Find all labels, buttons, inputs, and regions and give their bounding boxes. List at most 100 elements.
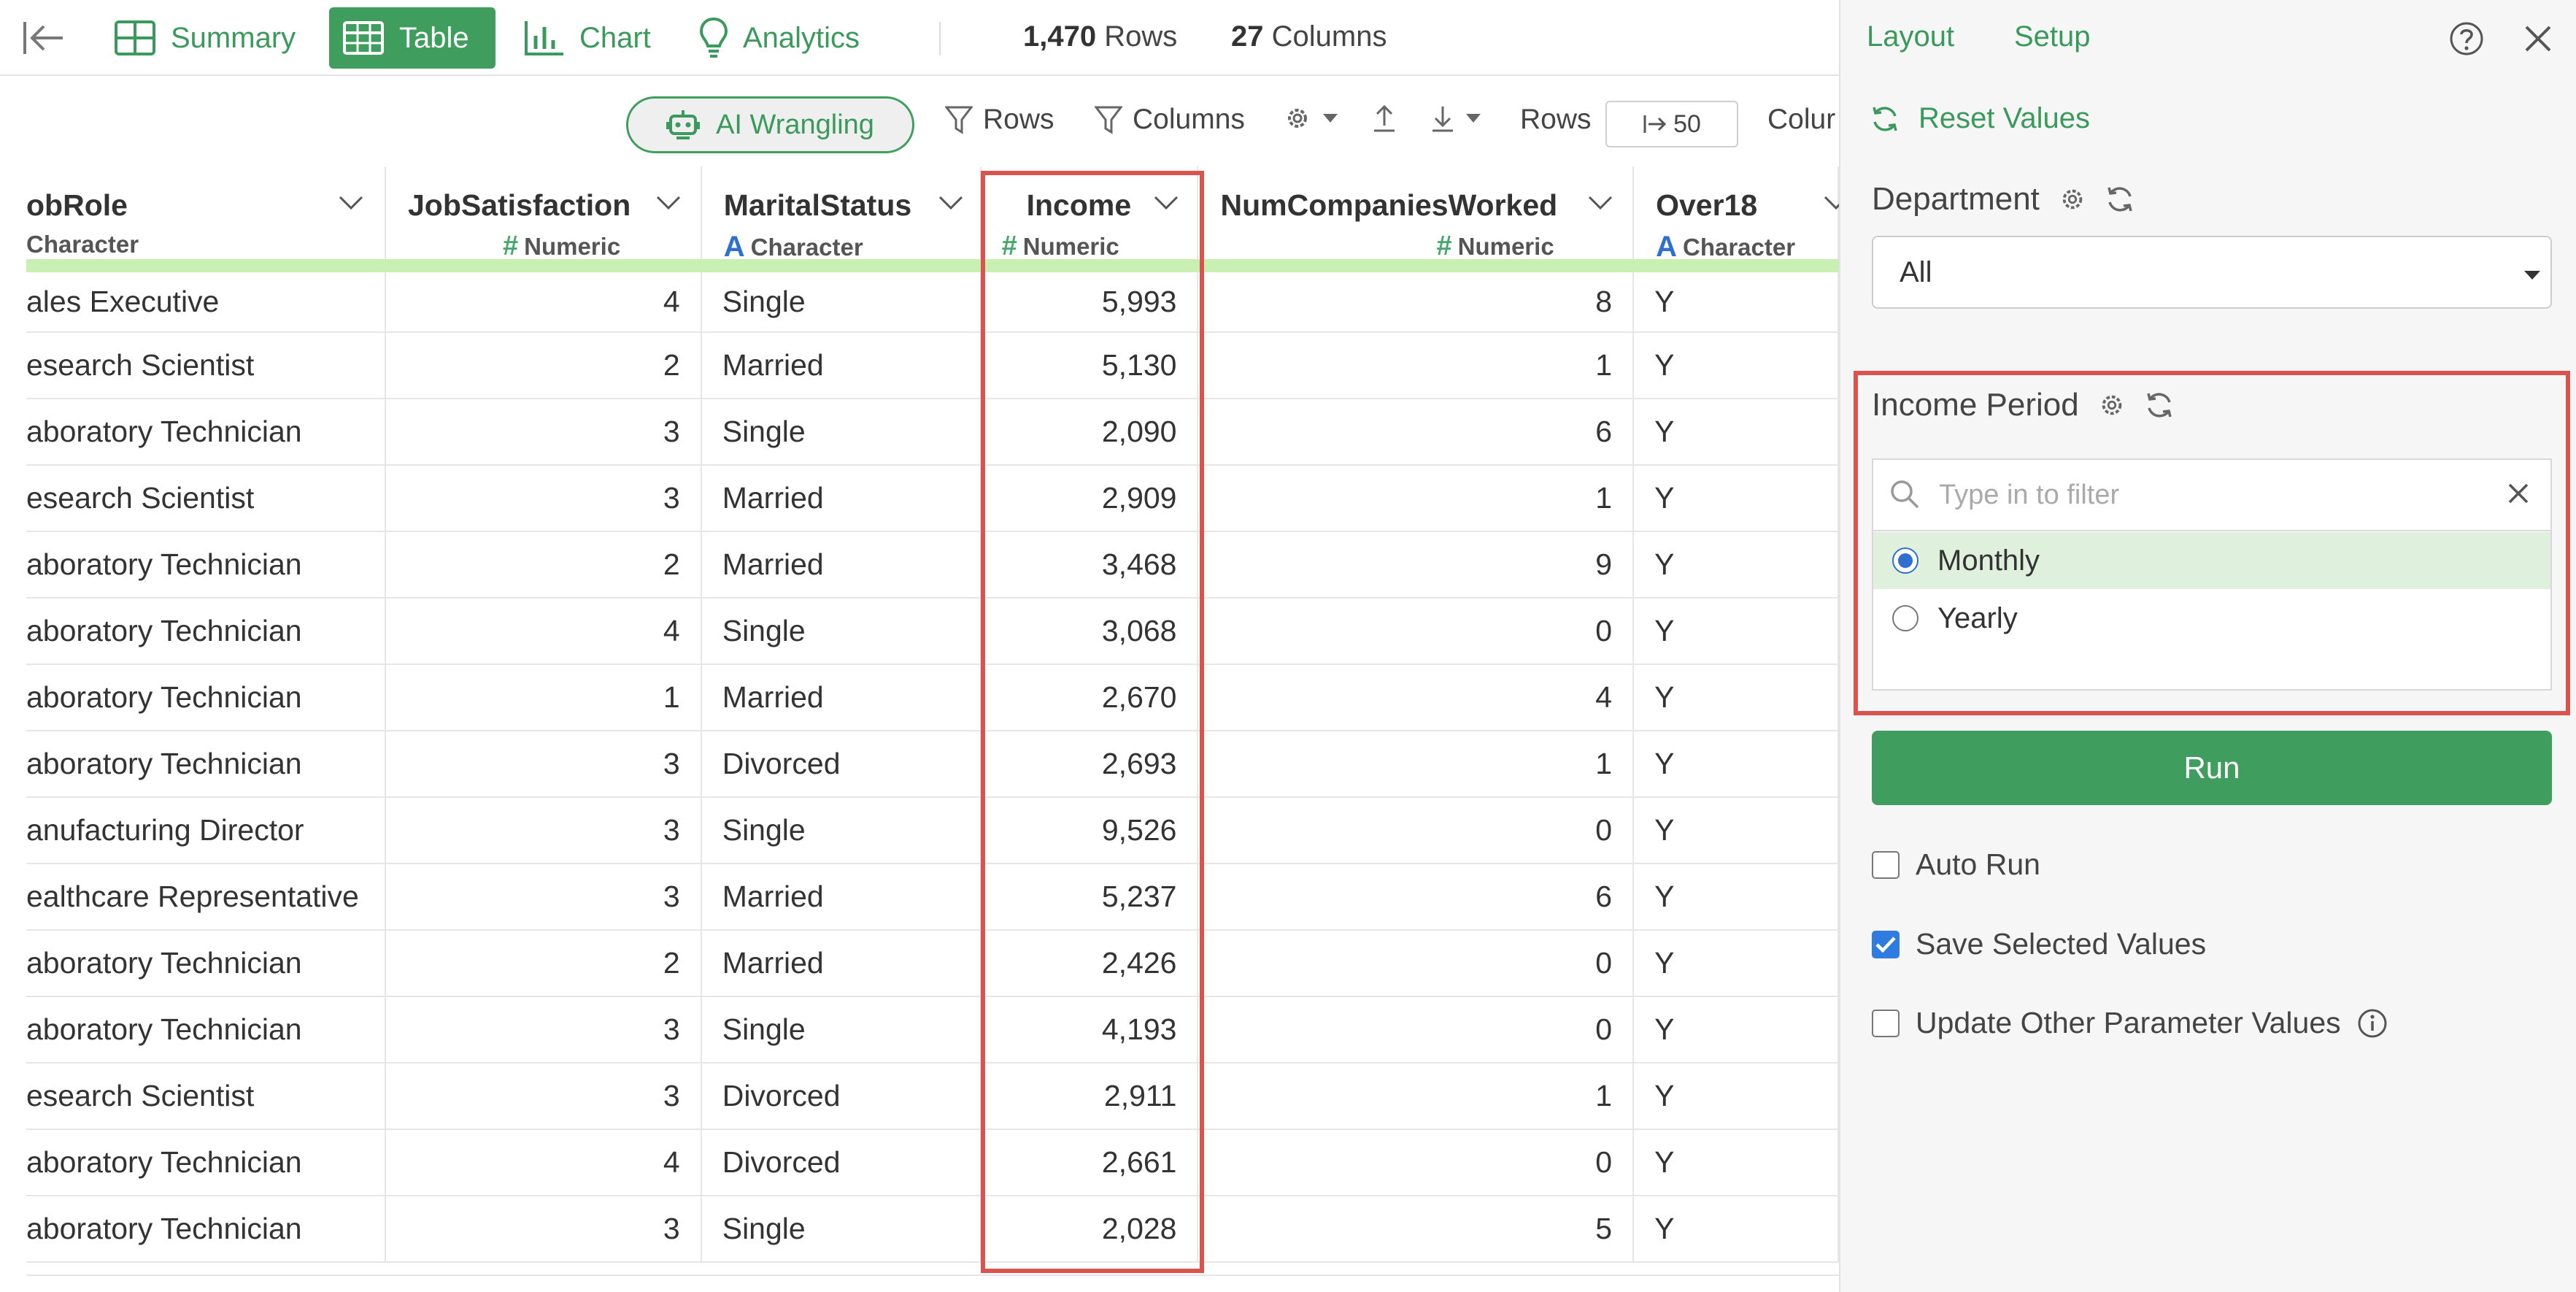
table-cell[interactable]: Single [701, 797, 982, 864]
table-cell[interactable]: Y [1633, 1129, 1839, 1196]
table-cell[interactable]: 3 [385, 864, 702, 931]
save-selected-values-option[interactable]: Save Selected Values [1872, 927, 2206, 961]
table-cell[interactable]: 2 [385, 930, 702, 997]
department-select[interactable]: All [1872, 236, 2552, 309]
table-cell[interactable]: Y [1633, 996, 1839, 1064]
chevron-down-icon[interactable] [1154, 196, 1179, 210]
gear-icon[interactable] [2059, 185, 2086, 213]
table-cell[interactable]: 1 [1198, 332, 1635, 399]
chevron-down-icon[interactable] [1824, 196, 1839, 210]
table-cell[interactable]: 3,468 [980, 531, 1199, 599]
chevron-down-icon[interactable] [656, 196, 681, 210]
table-cell[interactable]: aboratory Technician [26, 399, 386, 466]
table-cell[interactable]: esearch Scientist [26, 465, 386, 532]
info-icon[interactable] [2357, 1008, 2388, 1039]
table-cell[interactable]: 2,661 [980, 1129, 1199, 1196]
table-cell[interactable]: 3 [385, 399, 702, 466]
income-period-option-yearly[interactable]: Yearly [1873, 590, 2550, 647]
income-period-filter-input[interactable]: Type in to filter [1872, 458, 2552, 531]
table-cell[interactable]: Y [1633, 664, 1839, 731]
column-header-jobsatisfaction[interactable]: JobSatisfaction # Numeric [385, 166, 702, 272]
column-header-maritalstatus[interactable]: MaritalStatus A Character [701, 166, 982, 272]
income-period-option-monthly[interactable]: Monthly [1873, 532, 2550, 589]
table-cell[interactable]: 1 [385, 664, 702, 731]
table-cell[interactable]: Y [1633, 465, 1839, 532]
table-cell[interactable]: 2,670 [980, 664, 1199, 731]
table-cell[interactable]: 4,193 [980, 996, 1199, 1064]
table-cell[interactable]: ales Executive [26, 266, 386, 333]
table-cell[interactable]: 5,130 [980, 332, 1199, 399]
refresh-icon[interactable] [2105, 185, 2135, 214]
table-cell[interactable]: 4 [385, 598, 702, 665]
table-cell[interactable]: 3 [385, 731, 702, 798]
table-cell[interactable]: Married [701, 332, 982, 399]
table-cell[interactable]: esearch Scientist [26, 1063, 386, 1130]
save-selected-values-checkbox[interactable] [1872, 930, 1900, 958]
table-cell[interactable]: Divorced [701, 1129, 982, 1196]
table-cell[interactable]: aboratory Technician [26, 598, 386, 665]
table-cell[interactable]: 0 [1198, 1129, 1635, 1196]
table-cell[interactable]: 6 [1198, 864, 1635, 931]
table-cell[interactable]: 2,693 [980, 731, 1199, 798]
help-icon[interactable] [2448, 20, 2485, 57]
column-header-over18[interactable]: Over18 A Character [1633, 166, 1839, 272]
reset-values-button[interactable]: Reset Values [1870, 102, 2090, 135]
rows-filter-button[interactable]: Rows [945, 104, 1054, 136]
table-cell[interactable]: 2,426 [980, 930, 1199, 997]
table-cell[interactable]: aboratory Technician [26, 664, 386, 731]
tab-layout[interactable]: Layout [1867, 20, 1954, 53]
table-cell[interactable]: aboratory Technician [26, 1129, 386, 1196]
table-cell[interactable]: Y [1633, 1196, 1839, 1263]
table-cell[interactable]: Y [1633, 797, 1839, 864]
update-other-params-checkbox[interactable] [1872, 1009, 1900, 1037]
table-cell[interactable]: Y [1633, 1063, 1839, 1130]
table-cell[interactable]: Married [701, 465, 982, 532]
table-cell[interactable]: aboratory Technician [26, 930, 386, 997]
collapse-sidebar-button[interactable] [22, 19, 66, 57]
table-cell[interactable]: aboratory Technician [26, 531, 386, 599]
table-cell[interactable]: Y [1633, 399, 1839, 466]
table-cell[interactable]: 3 [385, 996, 702, 1064]
table-cell[interactable]: esearch Scientist [26, 332, 386, 399]
clear-filter-icon[interactable] [2507, 482, 2530, 505]
table-cell[interactable]: anufacturing Director [26, 797, 386, 864]
refresh-icon[interactable] [2145, 391, 2174, 420]
table-cell[interactable]: aboratory Technician [26, 996, 386, 1064]
table-cell[interactable]: 4 [1198, 664, 1635, 731]
table-cell[interactable]: 3 [385, 1063, 702, 1130]
table-cell[interactable]: 2,909 [980, 465, 1199, 532]
table-cell[interactable]: 2 [385, 531, 702, 599]
table-cell[interactable]: Single [701, 996, 982, 1064]
table-cell[interactable]: 3 [385, 465, 702, 532]
tab-analytics[interactable]: Analytics [686, 7, 873, 69]
radio-button-selected[interactable] [1892, 547, 1918, 574]
table-cell[interactable]: Single [701, 266, 982, 333]
table-cell[interactable]: Single [701, 399, 982, 466]
table-cell[interactable]: 3 [385, 1196, 702, 1263]
table-cell[interactable]: Single [701, 598, 982, 665]
table-cell[interactable]: 3 [385, 797, 702, 864]
table-cell[interactable]: 2 [385, 332, 702, 399]
table-cell[interactable]: Married [701, 664, 982, 731]
table-cell[interactable]: Y [1633, 731, 1839, 798]
table-cell[interactable]: 5 [1198, 1196, 1635, 1263]
table-cell[interactable]: 5,237 [980, 864, 1199, 931]
column-header-jobrole[interactable]: obRole Character [26, 166, 386, 272]
table-cell[interactable]: 2,028 [980, 1196, 1199, 1263]
chevron-down-icon[interactable] [339, 196, 363, 210]
table-cell[interactable]: 1 [1198, 465, 1635, 532]
update-other-params-option[interactable]: Update Other Parameter Values [1872, 1006, 2388, 1040]
table-cell[interactable]: Married [701, 864, 982, 931]
table-cell[interactable]: Divorced [701, 731, 982, 798]
table-cell[interactable]: aboratory Technician [26, 1196, 386, 1263]
table-cell[interactable]: Y [1633, 332, 1839, 399]
table-cell[interactable]: ealthcare Representative [26, 864, 386, 931]
export-button[interactable] [1372, 104, 1397, 133]
tab-summary[interactable]: Summary [101, 7, 309, 69]
table-cell[interactable]: Divorced [701, 1063, 982, 1130]
table-cell[interactable]: 2,911 [980, 1063, 1199, 1130]
radio-button[interactable] [1892, 605, 1918, 631]
table-cell[interactable]: 9 [1198, 531, 1635, 599]
table-cell[interactable]: 4 [385, 1129, 702, 1196]
table-cell[interactable]: 0 [1198, 930, 1635, 997]
